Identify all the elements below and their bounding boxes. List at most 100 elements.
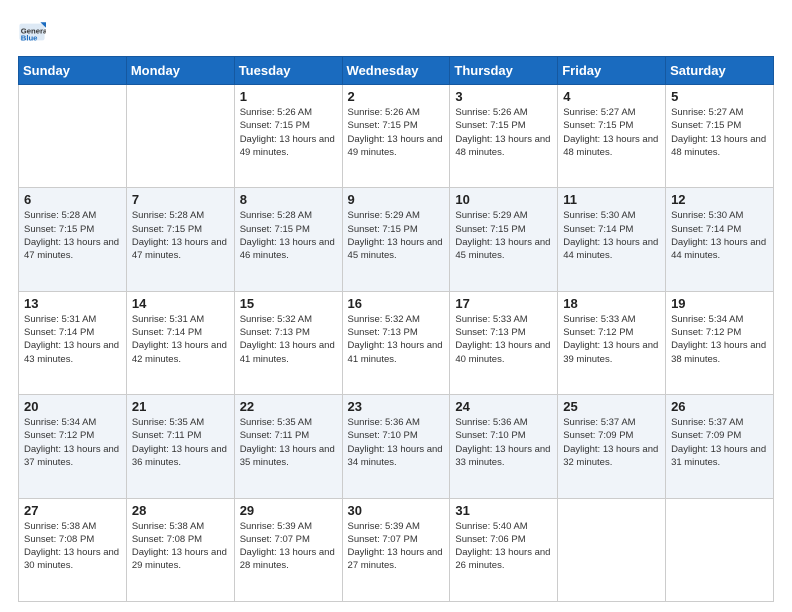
day-info: Sunrise: 5:30 AM Sunset: 7:14 PM Dayligh… <box>563 209 661 262</box>
day-number: 10 <box>455 192 553 207</box>
col-header-thursday: Thursday <box>450 57 558 85</box>
day-number: 21 <box>132 399 230 414</box>
day-info: Sunrise: 5:33 AM Sunset: 7:12 PM Dayligh… <box>563 313 661 366</box>
day-number: 26 <box>671 399 769 414</box>
day-info: Sunrise: 5:35 AM Sunset: 7:11 PM Dayligh… <box>240 416 338 469</box>
day-number: 2 <box>348 89 446 104</box>
calendar-cell: 3 Sunrise: 5:26 AM Sunset: 7:15 PM Daylig… <box>450 85 558 188</box>
day-info: Sunrise: 5:30 AM Sunset: 7:14 PM Dayligh… <box>671 209 769 262</box>
day-number: 14 <box>132 296 230 311</box>
day-info: Sunrise: 5:26 AM Sunset: 7:15 PM Dayligh… <box>240 106 338 159</box>
day-number: 5 <box>671 89 769 104</box>
col-header-monday: Monday <box>126 57 234 85</box>
calendar-header-row: SundayMondayTuesdayWednesdayThursdayFrid… <box>19 57 774 85</box>
day-number: 13 <box>24 296 122 311</box>
day-info: Sunrise: 5:39 AM Sunset: 7:07 PM Dayligh… <box>240 520 338 573</box>
day-info: Sunrise: 5:29 AM Sunset: 7:15 PM Dayligh… <box>455 209 553 262</box>
calendar-cell: 12 Sunrise: 5:30 AM Sunset: 7:14 PM Dayli… <box>666 188 774 291</box>
logo: General Blue <box>18 18 50 46</box>
calendar-week-1: 6 Sunrise: 5:28 AM Sunset: 7:15 PM Daylig… <box>19 188 774 291</box>
calendar-week-3: 20Sunrise: 5:34 AM Sunset: 7:12 PM Dayli… <box>19 395 774 498</box>
calendar-cell: 18 Sunrise: 5:33 AM Sunset: 7:12 PM Dayli… <box>558 291 666 394</box>
day-info: Sunrise: 5:28 AM Sunset: 7:15 PM Dayligh… <box>132 209 230 262</box>
day-info: Sunrise: 5:36 AM Sunset: 7:10 PM Dayligh… <box>348 416 446 469</box>
day-number: 6 <box>24 192 122 207</box>
day-number: 25 <box>563 399 661 414</box>
day-info: Sunrise: 5:37 AM Sunset: 7:09 PM Dayligh… <box>671 416 769 469</box>
day-info: Sunrise: 5:33 AM Sunset: 7:13 PM Dayligh… <box>455 313 553 366</box>
calendar-week-0: 1 Sunrise: 5:26 AM Sunset: 7:15 PM Daylig… <box>19 85 774 188</box>
day-info: Sunrise: 5:27 AM Sunset: 7:15 PM Dayligh… <box>671 106 769 159</box>
calendar-cell: 23 Sunrise: 5:36 AM Sunset: 7:10 PM Dayli… <box>342 395 450 498</box>
day-number: 9 <box>348 192 446 207</box>
col-header-tuesday: Tuesday <box>234 57 342 85</box>
day-number: 19 <box>671 296 769 311</box>
day-number: 18 <box>563 296 661 311</box>
calendar-cell <box>666 498 774 601</box>
calendar-cell: 13 Sunrise: 5:31 AM Sunset: 7:14 PM Dayli… <box>19 291 127 394</box>
calendar-cell: 6 Sunrise: 5:28 AM Sunset: 7:15 PM Daylig… <box>19 188 127 291</box>
day-number: 20 <box>24 399 122 414</box>
day-info: Sunrise: 5:35 AM Sunset: 7:11 PM Dayligh… <box>132 416 230 469</box>
calendar-cell <box>19 85 127 188</box>
day-info: Sunrise: 5:27 AM Sunset: 7:15 PM Dayligh… <box>563 106 661 159</box>
day-info: Sunrise: 5:34 AM Sunset: 7:12 PM Dayligh… <box>671 313 769 366</box>
day-number: 29 <box>240 503 338 518</box>
day-number: 1 <box>240 89 338 104</box>
calendar-cell: 27Sunrise: 5:38 AM Sunset: 7:08 PM Dayli… <box>19 498 127 601</box>
calendar-cell: 17 Sunrise: 5:33 AM Sunset: 7:13 PM Dayli… <box>450 291 558 394</box>
day-info: Sunrise: 5:28 AM Sunset: 7:15 PM Dayligh… <box>24 209 122 262</box>
calendar-cell: 21 Sunrise: 5:35 AM Sunset: 7:11 PM Dayli… <box>126 395 234 498</box>
day-number: 4 <box>563 89 661 104</box>
calendar-cell: 22Sunrise: 5:35 AM Sunset: 7:11 PM Dayli… <box>234 395 342 498</box>
day-number: 31 <box>455 503 553 518</box>
calendar-week-4: 27Sunrise: 5:38 AM Sunset: 7:08 PM Dayli… <box>19 498 774 601</box>
calendar-cell: 9Sunrise: 5:29 AM Sunset: 7:15 PM Daylig… <box>342 188 450 291</box>
day-info: Sunrise: 5:39 AM Sunset: 7:07 PM Dayligh… <box>348 520 446 573</box>
calendar-cell: 5 Sunrise: 5:27 AM Sunset: 7:15 PM Daylig… <box>666 85 774 188</box>
col-header-saturday: Saturday <box>666 57 774 85</box>
col-header-sunday: Sunday <box>19 57 127 85</box>
day-number: 16 <box>348 296 446 311</box>
calendar-cell: 16 Sunrise: 5:32 AM Sunset: 7:13 PM Dayli… <box>342 291 450 394</box>
day-number: 17 <box>455 296 553 311</box>
day-info: Sunrise: 5:38 AM Sunset: 7:08 PM Dayligh… <box>24 520 122 573</box>
calendar-cell <box>558 498 666 601</box>
day-info: Sunrise: 5:31 AM Sunset: 7:14 PM Dayligh… <box>132 313 230 366</box>
day-info: Sunrise: 5:32 AM Sunset: 7:13 PM Dayligh… <box>240 313 338 366</box>
calendar-table: SundayMondayTuesdayWednesdayThursdayFrid… <box>18 56 774 602</box>
day-info: Sunrise: 5:31 AM Sunset: 7:14 PM Dayligh… <box>24 313 122 366</box>
day-info: Sunrise: 5:26 AM Sunset: 7:15 PM Dayligh… <box>348 106 446 159</box>
calendar-cell: 26 Sunrise: 5:37 AM Sunset: 7:09 PM Dayli… <box>666 395 774 498</box>
header: General Blue <box>18 18 774 46</box>
day-info: Sunrise: 5:40 AM Sunset: 7:06 PM Dayligh… <box>455 520 553 573</box>
calendar-cell <box>126 85 234 188</box>
calendar-cell: 4 Sunrise: 5:27 AM Sunset: 7:15 PM Daylig… <box>558 85 666 188</box>
calendar-cell: 19 Sunrise: 5:34 AM Sunset: 7:12 PM Dayli… <box>666 291 774 394</box>
day-number: 15 <box>240 296 338 311</box>
day-number: 24 <box>455 399 553 414</box>
calendar-cell: 25 Sunrise: 5:37 AM Sunset: 7:09 PM Dayli… <box>558 395 666 498</box>
day-info: Sunrise: 5:37 AM Sunset: 7:09 PM Dayligh… <box>563 416 661 469</box>
calendar-cell: 10 Sunrise: 5:29 AM Sunset: 7:15 PM Dayli… <box>450 188 558 291</box>
day-info: Sunrise: 5:28 AM Sunset: 7:15 PM Dayligh… <box>240 209 338 262</box>
day-info: Sunrise: 5:26 AM Sunset: 7:15 PM Dayligh… <box>455 106 553 159</box>
day-number: 23 <box>348 399 446 414</box>
calendar-cell: 29 Sunrise: 5:39 AM Sunset: 7:07 PM Dayli… <box>234 498 342 601</box>
calendar-cell: 30Sunrise: 5:39 AM Sunset: 7:07 PM Dayli… <box>342 498 450 601</box>
calendar-cell: 14 Sunrise: 5:31 AM Sunset: 7:14 PM Dayli… <box>126 291 234 394</box>
day-number: 3 <box>455 89 553 104</box>
calendar-cell: 20Sunrise: 5:34 AM Sunset: 7:12 PM Dayli… <box>19 395 127 498</box>
calendar-cell: 24Sunrise: 5:36 AM Sunset: 7:10 PM Dayli… <box>450 395 558 498</box>
day-info: Sunrise: 5:32 AM Sunset: 7:13 PM Dayligh… <box>348 313 446 366</box>
day-number: 11 <box>563 192 661 207</box>
day-info: Sunrise: 5:38 AM Sunset: 7:08 PM Dayligh… <box>132 520 230 573</box>
calendar-cell: 31 Sunrise: 5:40 AM Sunset: 7:06 PM Dayli… <box>450 498 558 601</box>
col-header-friday: Friday <box>558 57 666 85</box>
day-number: 28 <box>132 503 230 518</box>
calendar-cell: 15 Sunrise: 5:32 AM Sunset: 7:13 PM Dayli… <box>234 291 342 394</box>
calendar-week-2: 13 Sunrise: 5:31 AM Sunset: 7:14 PM Dayli… <box>19 291 774 394</box>
calendar-cell: 8Sunrise: 5:28 AM Sunset: 7:15 PM Daylig… <box>234 188 342 291</box>
day-number: 12 <box>671 192 769 207</box>
calendar-cell: 28 Sunrise: 5:38 AM Sunset: 7:08 PM Dayli… <box>126 498 234 601</box>
